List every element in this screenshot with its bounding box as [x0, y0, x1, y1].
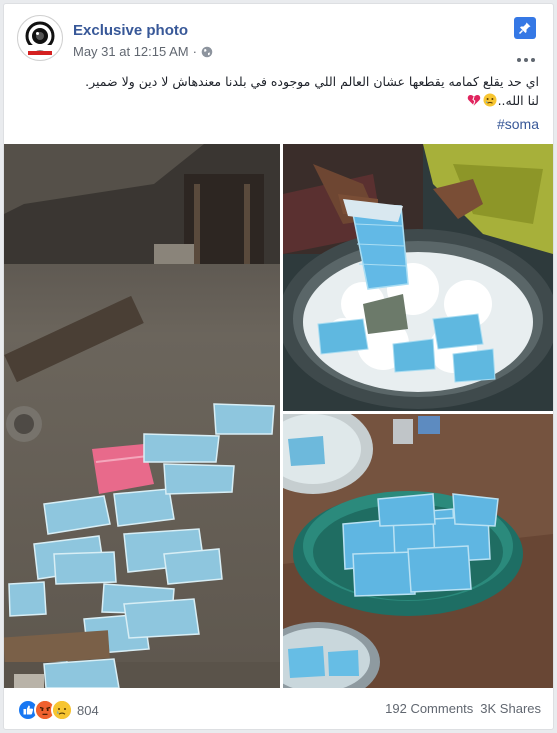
- broken-heart-icon: [467, 95, 480, 106]
- pin-icon: [518, 22, 531, 35]
- photo-grid: [4, 144, 553, 688]
- shares-count-link[interactable]: 3K Shares: [480, 701, 541, 716]
- engagement-stats: 192 Comments 3K Shares: [385, 701, 541, 716]
- crying-face-icon: [483, 93, 497, 107]
- reactions-summary[interactable]: 804: [17, 699, 99, 721]
- comments-count-link[interactable]: 192 Comments: [385, 701, 473, 716]
- post-meta: May 31 at 12:15 AM ·: [73, 44, 213, 59]
- photo-washing-masks[interactable]: [283, 144, 553, 411]
- post-text-line-2: لنا الله..: [497, 93, 539, 108]
- post-text-line-1: اي حد يقلع كمامه يقطعها عشان العالم اللي…: [85, 74, 539, 89]
- post-header: Exclusive photo May 31 at 12:15 AM ·: [17, 15, 542, 65]
- page-name-link[interactable]: Exclusive photo: [73, 22, 188, 39]
- more-dot: [524, 58, 528, 62]
- hashtag-link[interactable]: #soma: [497, 116, 539, 132]
- post-timestamp[interactable]: May 31 at 12:15 AM: [73, 44, 189, 59]
- photo-masks-on-floor[interactable]: [4, 144, 280, 688]
- sad-icon: [51, 699, 73, 721]
- post-card: Exclusive photo May 31 at 12:15 AM · اي …: [3, 3, 554, 730]
- meta-separator: ·: [192, 44, 197, 59]
- post-footer: 804 192 Comments 3K Shares: [4, 688, 553, 730]
- photo-masks-in-basin[interactable]: [283, 414, 553, 688]
- post-text-line-2-wrapper: لنا الله..: [19, 91, 539, 110]
- more-dot: [531, 58, 535, 62]
- more-dot: [517, 58, 521, 62]
- page-avatar[interactable]: [17, 15, 63, 61]
- post-message: اي حد يقلع كمامه يقطعها عشان العالم اللي…: [19, 72, 539, 110]
- globe-icon: [201, 46, 213, 57]
- pin-button[interactable]: [514, 17, 536, 39]
- reaction-count: 804: [77, 702, 99, 718]
- more-options-button[interactable]: [512, 53, 540, 67]
